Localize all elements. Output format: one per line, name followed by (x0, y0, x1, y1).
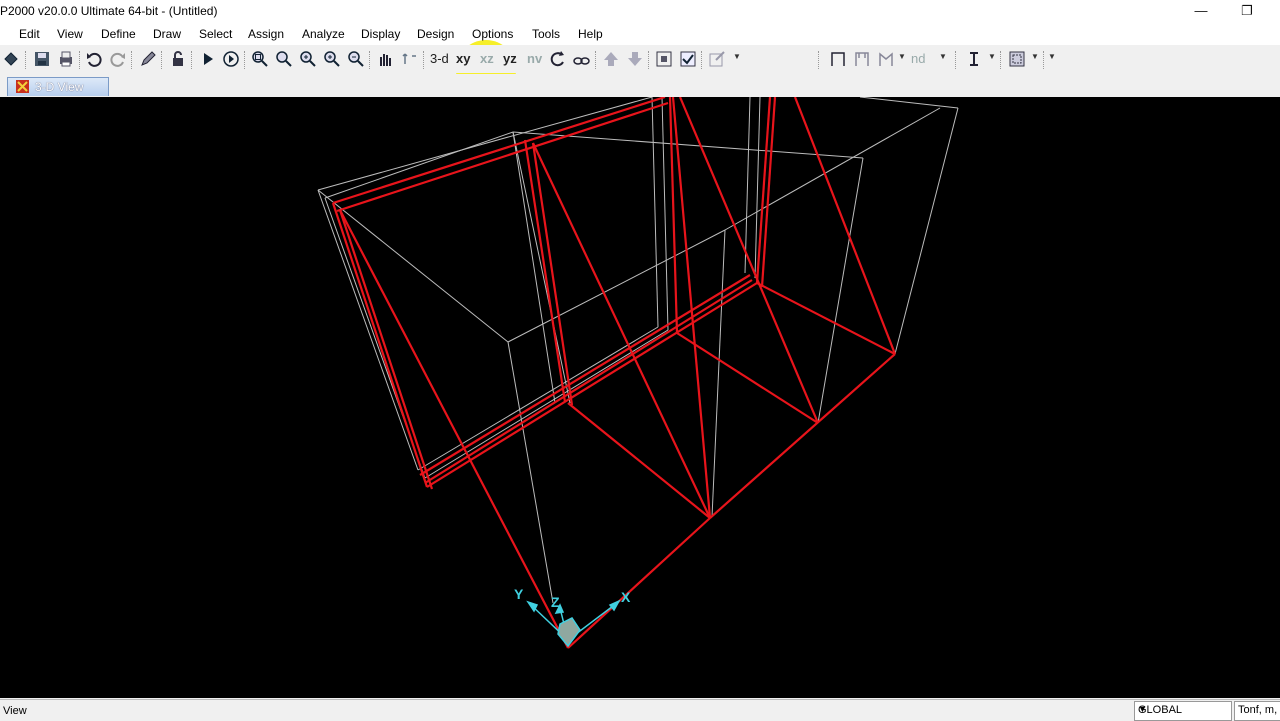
up-arrow-icon[interactable] (601, 49, 621, 69)
zoom-in-icon[interactable] (298, 49, 318, 69)
frame-release-icon[interactable] (852, 49, 872, 69)
toolbar: 3-d xy xz yz nv ▼ ▼ nd ▼ ▼ ▼ ▼ (0, 45, 1280, 73)
tab-bar: 3-D View (0, 74, 1280, 98)
toolbar-separator (423, 51, 425, 69)
menu-options[interactable]: Options (472, 27, 513, 41)
pan-icon[interactable] (375, 49, 395, 69)
menu-analyze[interactable]: Analyze (302, 27, 345, 41)
redo-icon[interactable] (108, 49, 128, 69)
zoom-restore-icon[interactable] (274, 49, 294, 69)
toolbar-separator (818, 51, 820, 69)
restore-button[interactable]: ❐ (1224, 0, 1270, 23)
menu-edit[interactable]: Edit (19, 27, 40, 41)
window-title: P2000 v20.0.0 Ultimate 64-bit - (Untitle… (0, 4, 218, 18)
perspective-icon[interactable] (571, 49, 591, 69)
toolbar-separator (191, 51, 193, 69)
units-select[interactable]: Tonf, m, C (1234, 701, 1280, 721)
axis-x-label: X (621, 589, 631, 605)
menu-help[interactable]: Help (578, 27, 603, 41)
toolbar-separator (1000, 51, 1002, 69)
view-3d-button[interactable]: 3-d (430, 51, 449, 66)
toolbar-separator (701, 51, 703, 69)
title-bar: P2000 v20.0.0 Ultimate 64-bit - (Untitle… (0, 0, 1280, 23)
zoom-out-icon[interactable] (346, 49, 366, 69)
tab-label: 3-D View (35, 80, 84, 94)
menu-bar: Edit View Define Draw Select Assign Anal… (0, 23, 1280, 100)
axis-y-label: Y (514, 586, 524, 602)
run-icon[interactable] (198, 49, 218, 69)
zoom-window-icon[interactable] (250, 49, 270, 69)
toolbar-overflow-icon[interactable]: ▼ (1048, 52, 1056, 61)
view-yz-button[interactable]: yz (503, 51, 517, 66)
menu-tools[interactable]: Tools (532, 27, 560, 41)
axis-triad (526, 599, 621, 648)
pencil-icon[interactable] (138, 49, 158, 69)
chevron-down-icon: ▼ (1138, 704, 1147, 714)
menu-select[interactable]: Select (199, 27, 232, 41)
save-icon[interactable] (32, 49, 52, 69)
lock-icon[interactable] (168, 49, 188, 69)
sap-logo-icon (16, 80, 29, 93)
undo-icon[interactable] (84, 49, 104, 69)
nd-button[interactable]: nd (911, 51, 925, 66)
nd-dropdown-icon[interactable]: ▼ (939, 52, 947, 61)
menu-define[interactable]: Define (101, 27, 136, 41)
zoom-in-step-icon[interactable] (322, 49, 342, 69)
text-icon[interactable] (964, 49, 984, 69)
frame-icon[interactable] (828, 49, 848, 69)
view-xz-button[interactable]: xz (480, 51, 494, 66)
toolbar-separator (25, 51, 27, 69)
toolbar-separator (955, 51, 957, 69)
coord-system-select[interactable]: GLOBAL ▼ (1134, 701, 1232, 721)
units-value: Tonf, m, C (1238, 704, 1280, 716)
edit-icon[interactable] (707, 49, 727, 69)
pointer-icon[interactable] (1, 49, 21, 69)
tab-3d-view[interactable]: 3-D View (7, 77, 109, 96)
toolbar-separator (161, 51, 163, 69)
run-options-icon[interactable] (221, 49, 241, 69)
toolbar-separator (595, 51, 597, 69)
view-xy-button[interactable]: xy (456, 51, 470, 66)
shrink-icon[interactable] (654, 49, 674, 69)
menu-draw[interactable]: Draw (153, 27, 181, 41)
view-nv-button[interactable]: nv (527, 51, 542, 66)
menu-view[interactable]: View (57, 27, 83, 41)
edit-dropdown-icon[interactable]: ▼ (733, 52, 741, 61)
toolbar-separator (1043, 51, 1045, 69)
frame-members (331, 97, 897, 649)
frame-dropdown-icon[interactable]: ▼ (898, 52, 906, 61)
menu-design[interactable]: Design (417, 27, 454, 41)
menu-assign[interactable]: Assign (248, 27, 284, 41)
text-dropdown-icon[interactable]: ▼ (988, 52, 996, 61)
3d-viewport[interactable]: Y Z X (0, 97, 1280, 698)
toolbar-separator (369, 51, 371, 69)
minimize-button[interactable]: — (1178, 0, 1224, 23)
menu-display[interactable]: Display (361, 27, 400, 41)
area-icon[interactable] (1007, 49, 1027, 69)
toolbar-separator (244, 51, 246, 69)
toolbar-separator (131, 51, 133, 69)
toolbar-separator (648, 51, 650, 69)
check-icon[interactable] (678, 49, 698, 69)
pan-move-icon[interactable] (399, 49, 419, 69)
down-arrow-icon[interactable] (625, 49, 645, 69)
axis-z-label: Z (551, 594, 560, 610)
status-bar: View GLOBAL ▼ Tonf, m, C (0, 699, 1280, 721)
print-icon[interactable] (56, 49, 76, 69)
status-text: View (3, 705, 27, 717)
area-dropdown-icon[interactable]: ▼ (1031, 52, 1039, 61)
structure-model (317, 97, 959, 649)
frame-hinge-icon[interactable] (876, 49, 896, 69)
toolbar-separator (79, 51, 81, 69)
rotate-icon[interactable] (548, 49, 568, 69)
